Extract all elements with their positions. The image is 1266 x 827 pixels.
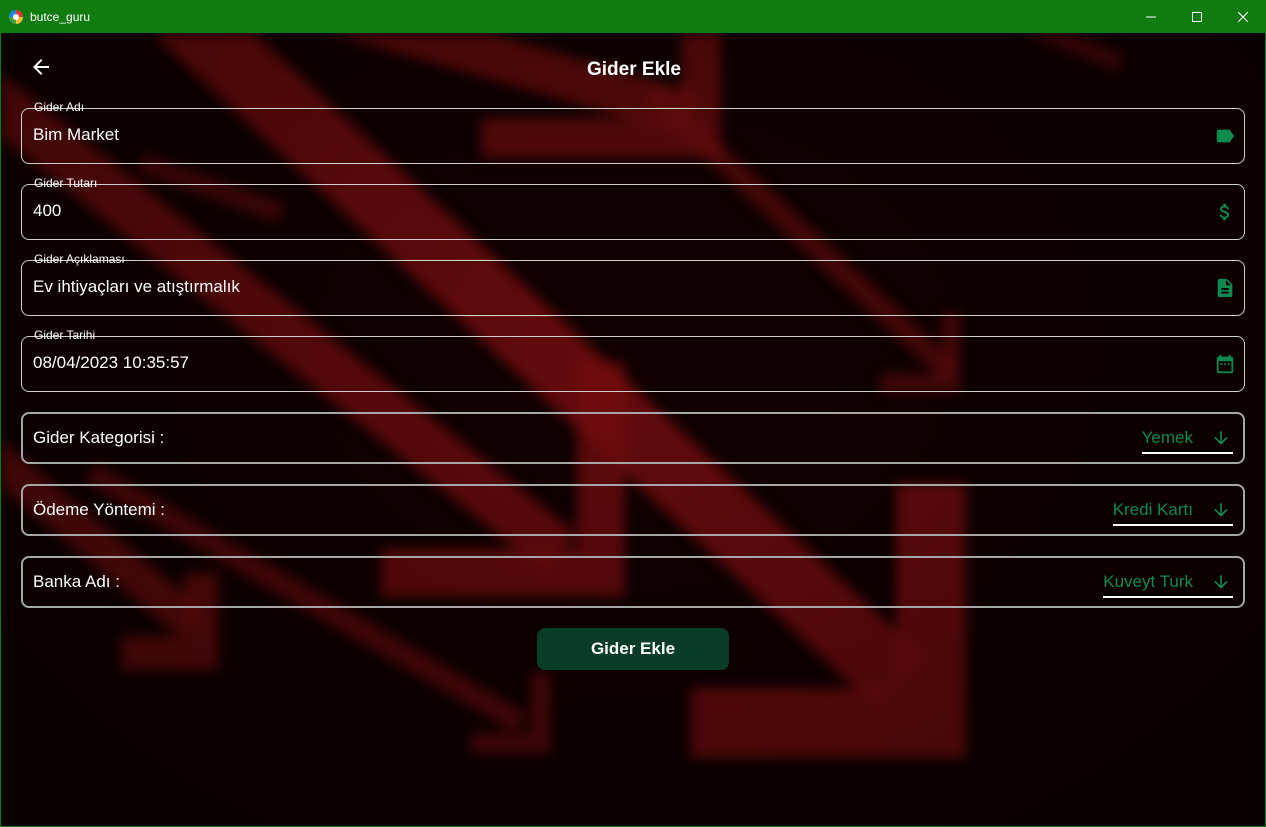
- minimize-icon: [1146, 16, 1156, 17]
- expense-name-field[interactable]: Gider Adı Bim Market: [21, 100, 1245, 164]
- expense-category-row: Gider Kategorisi : Yemek: [21, 412, 1245, 464]
- expense-name-label: Gider Adı: [30, 100, 89, 114]
- close-icon: [1238, 11, 1248, 22]
- expense-description-field[interactable]: Gider Açıklaması Ev ihtiyaçları ve atışt…: [21, 252, 1245, 316]
- window-title: butce_guru: [30, 9, 91, 24]
- close-button[interactable]: [1220, 0, 1266, 33]
- expense-category-label: Gider Kategorisi :: [33, 428, 165, 447]
- expense-description-value[interactable]: Ev ihtiyaçları ve atıştırmalık: [33, 277, 240, 297]
- document-icon: [1217, 278, 1233, 298]
- expense-category-dropdown[interactable]: Yemek: [1141, 424, 1233, 454]
- bank-name-label: Banka Adı :: [33, 572, 120, 591]
- label-icon: [1216, 129, 1235, 143]
- payment-method-row: Ödeme Yöntemi : Kredi Kartı: [21, 484, 1245, 536]
- expense-category-value: Yemek: [1141, 428, 1193, 447]
- app-logo-icon: [9, 9, 23, 24]
- bank-name-dropdown[interactable]: Kuveyt Turk: [1103, 568, 1233, 598]
- minimize-button[interactable]: [1128, 0, 1174, 33]
- expense-amount-value[interactable]: 400: [33, 201, 61, 221]
- expense-description-label: Gider Açıklaması: [30, 252, 129, 266]
- page-title: Gider Ekle: [587, 59, 681, 80]
- maximize-icon: [1192, 11, 1202, 22]
- payment-method-label: Ödeme Yöntemi :: [33, 500, 165, 519]
- window-controls: [1128, 0, 1266, 33]
- add-expense-button[interactable]: Gider Ekle: [537, 628, 729, 670]
- bank-name-value: Kuveyt Turk: [1103, 572, 1193, 591]
- expense-date-label: Gider Tarihi: [30, 328, 100, 342]
- arrow-down-icon: [1214, 575, 1228, 589]
- arrow-down-icon: [1214, 431, 1228, 445]
- maximize-button[interactable]: [1174, 0, 1220, 33]
- expense-date-field[interactable]: Gider Tarihi 08/04/2023 10:35:57: [21, 328, 1245, 392]
- expense-name-value[interactable]: Bim Market: [33, 125, 119, 145]
- app-canvas: Gider Ekle Gider Adı Bim Market Gider Tu…: [0, 33, 1266, 827]
- payment-method-dropdown[interactable]: Kredi Kartı: [1112, 496, 1233, 526]
- app-header: Gider Ekle: [1, 33, 1265, 105]
- bank-name-row: Banka Adı : Kuveyt Turk: [21, 556, 1245, 608]
- payment-method-value: Kredi Kartı: [1112, 500, 1193, 519]
- expense-amount-field[interactable]: Gider Tutarı 400: [21, 176, 1245, 240]
- window-titlebar: butce_guru: [0, 0, 1266, 33]
- expense-amount-label: Gider Tutarı: [30, 176, 102, 190]
- dollar-icon: [1219, 203, 1230, 221]
- calendar-icon[interactable]: [1214, 353, 1236, 375]
- arrow-down-icon: [1214, 503, 1228, 517]
- expense-date-value[interactable]: 08/04/2023 10:35:57: [33, 353, 189, 373]
